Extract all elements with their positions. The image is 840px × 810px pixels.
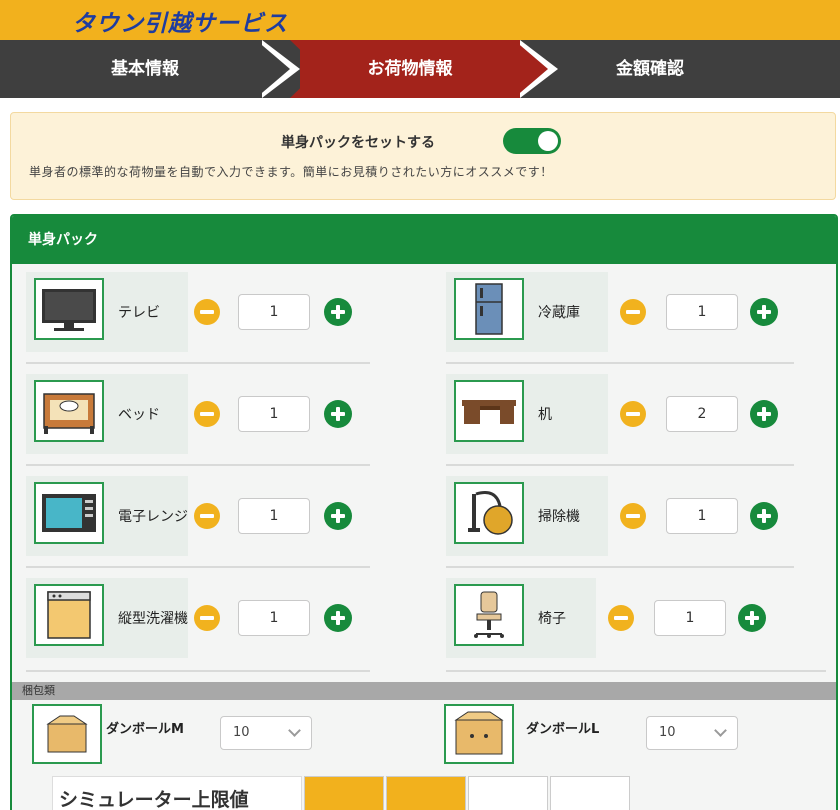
- step-basic-info[interactable]: 基本情報: [0, 40, 290, 98]
- progress-steps: 基本情報 お荷物情報 金額確認: [0, 40, 840, 98]
- pack-description: 単身者の標準的な荷物量を自動で入力できます。簡単にお見積りされたい方にオススメで…: [29, 165, 553, 179]
- increment-button[interactable]: [750, 400, 778, 428]
- item-label: 冷蔵庫: [538, 305, 580, 321]
- decrement-button[interactable]: [194, 401, 220, 427]
- item-row-refrigerator: 冷蔵庫 1: [446, 272, 826, 352]
- washing-machine-icon: [34, 584, 104, 646]
- pack-toggle-switch[interactable]: [503, 128, 561, 154]
- item-row-microwave: 電子レンジ 1: [26, 476, 426, 556]
- simulator-row: シミュレーター上限値: [52, 776, 832, 810]
- divider: [446, 670, 826, 672]
- item-label: 椅子: [538, 611, 566, 627]
- quantity-input[interactable]: 1: [666, 498, 738, 534]
- simulator-label: シミュレーター上限値: [52, 776, 302, 810]
- tv-icon: [34, 278, 104, 340]
- cardboard-box-l-icon: [444, 704, 514, 764]
- divider: [446, 464, 794, 466]
- simulator-bar-empty: [468, 776, 548, 810]
- decrement-button[interactable]: [194, 503, 220, 529]
- divider: [26, 670, 370, 672]
- item-label: 電子レンジ: [118, 509, 188, 525]
- box-l-select[interactable]: 10: [646, 716, 738, 750]
- divider: [26, 464, 370, 466]
- bed-icon: [34, 380, 104, 442]
- box-m-value: 10: [233, 725, 250, 740]
- simulator-bar-empty: [550, 776, 630, 810]
- item-row-desk: 机 2: [446, 374, 826, 454]
- divider: [446, 566, 794, 568]
- refrigerator-icon: [454, 278, 524, 340]
- item-label: ベッド: [118, 407, 160, 423]
- chair-icon: [454, 584, 524, 646]
- item-label: 机: [538, 407, 552, 423]
- quantity-input[interactable]: 1: [654, 600, 726, 636]
- increment-button[interactable]: [324, 400, 352, 428]
- box-l-label: ダンボールL: [526, 722, 600, 737]
- increment-button[interactable]: [738, 604, 766, 632]
- box-m-label: ダンボールM: [106, 722, 184, 737]
- simulator-bar-filled: [386, 776, 466, 810]
- decrement-button[interactable]: [194, 299, 220, 325]
- desk-icon: [454, 380, 524, 442]
- vacuum-icon: [454, 482, 524, 544]
- step-luggage-info[interactable]: お荷物情報: [300, 40, 520, 98]
- decrement-button[interactable]: [620, 299, 646, 325]
- increment-button[interactable]: [750, 298, 778, 326]
- box-l-value: 10: [659, 725, 676, 740]
- decrement-button[interactable]: [608, 605, 634, 631]
- box-m-select[interactable]: 10: [220, 716, 312, 750]
- item-row-chair: 椅子 1: [446, 578, 826, 658]
- increment-button[interactable]: [324, 604, 352, 632]
- decrement-button[interactable]: [620, 503, 646, 529]
- item-row-washing-machine: 縦型洗濯機 1: [26, 578, 426, 658]
- item-label: 縦型洗濯機: [118, 611, 188, 627]
- item-row-tv: テレビ 1: [26, 272, 426, 352]
- increment-button[interactable]: [324, 502, 352, 530]
- packing-section-header: 梱包類: [12, 682, 836, 700]
- quantity-input[interactable]: 1: [238, 498, 310, 534]
- step-arrow-icon: [256, 40, 290, 98]
- chevron-down-icon: [714, 724, 727, 737]
- single-pack-panel: 単身パック テレビ 1 冷蔵庫 1 ベッド 1 机 2 電子レンジ 1 掃除機 …: [10, 214, 838, 810]
- decrement-button[interactable]: [620, 401, 646, 427]
- step-price-confirm[interactable]: 金額確認: [540, 40, 760, 98]
- single-pack-info-box: 単身パックをセットする 単身者の標準的な荷物量を自動で入力できます。簡単にお見積…: [10, 112, 836, 200]
- quantity-input[interactable]: 1: [666, 294, 738, 330]
- quantity-input[interactable]: 2: [666, 396, 738, 432]
- item-row-vacuum: 掃除機 1: [446, 476, 826, 556]
- cardboard-box-m-icon: [32, 704, 102, 764]
- chevron-down-icon: [288, 724, 301, 737]
- increment-button[interactable]: [750, 502, 778, 530]
- item-label: テレビ: [118, 305, 160, 321]
- header-bar: タウン引越サービス: [0, 0, 840, 40]
- increment-button[interactable]: [324, 298, 352, 326]
- divider: [26, 362, 370, 364]
- item-label: 掃除機: [538, 509, 580, 525]
- divider: [446, 362, 794, 364]
- pack-toggle-label: 単身パックをセットする: [281, 135, 435, 151]
- quantity-input[interactable]: 1: [238, 600, 310, 636]
- moving-estimate-page: タウン引越サービス 基本情報 お荷物情報 金額確認 単身パックをセットする 単身…: [0, 0, 840, 810]
- step-arrow-icon: [514, 40, 548, 98]
- decrement-button[interactable]: [194, 605, 220, 631]
- simulator-bar-filled: [304, 776, 384, 810]
- site-logo[interactable]: タウン引越サービス: [72, 4, 288, 38]
- quantity-input[interactable]: 1: [238, 396, 310, 432]
- panel-title: 単身パック: [12, 216, 836, 264]
- item-row-bed: ベッド 1: [26, 374, 426, 454]
- quantity-input[interactable]: 1: [238, 294, 310, 330]
- divider: [26, 566, 370, 568]
- toggle-knob: [538, 131, 558, 151]
- microwave-icon: [34, 482, 104, 544]
